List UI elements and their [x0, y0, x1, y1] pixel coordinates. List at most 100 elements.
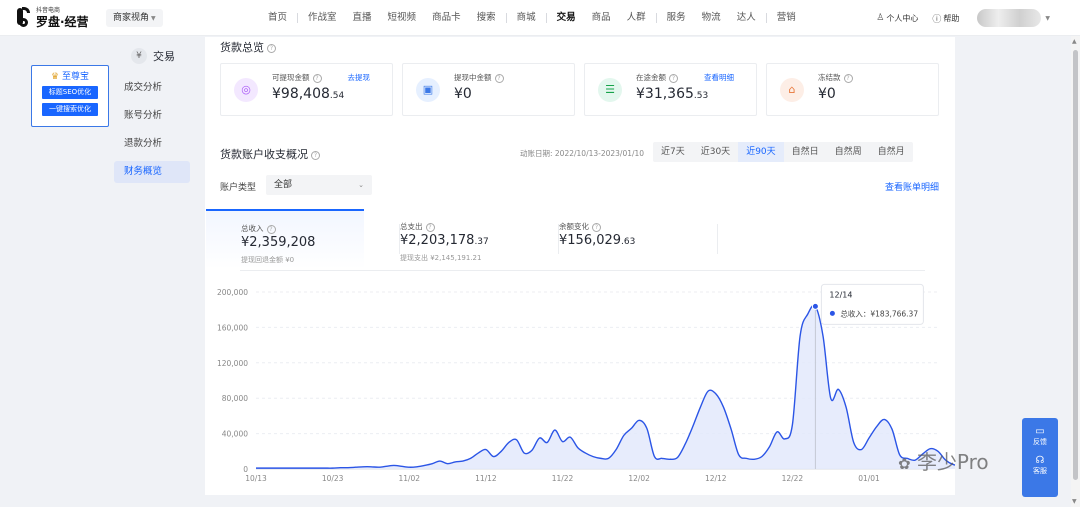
x-tick-label: 10/13: [245, 474, 267, 483]
stat-label-text: 总收入: [241, 224, 264, 233]
help-link[interactable]: ⓘ 帮助: [932, 12, 959, 25]
stat-value-int: ¥156,029: [559, 233, 622, 248]
help-icon[interactable]: ?: [311, 150, 320, 160]
card-value-int: ¥0: [454, 86, 472, 102]
income-area-chart[interactable]: 200,000 160,000 120,000 80,000 40,000 010/13 1…: [205, 282, 955, 487]
account-type-select[interactable]: 全部 ⌄: [266, 175, 372, 195]
help-icon[interactable]: ?: [425, 222, 435, 232]
card-value-int: ¥98,408: [272, 86, 330, 102]
main-panel: 货款总览? ◎ 可提现金额? ¥98,408.54 去提现 ▣ 提现中金额? ¥0 ☰ 在途金额…: [205, 37, 955, 495]
nav-item[interactable]: 交易: [549, 0, 584, 36]
tooltip-label: 总收入：: [840, 308, 870, 318]
tooltip-date: 12/14: [829, 290, 852, 299]
range-tab[interactable]: 近90天: [738, 142, 784, 162]
range-tab[interactable]: 自然月: [870, 142, 913, 162]
nav-item[interactable]: 短视频: [380, 0, 425, 36]
card-label: 冻结款?: [818, 72, 853, 83]
card-value: ¥31,365.53: [636, 86, 708, 102]
watermark-text: 李少Pro: [916, 450, 989, 474]
card-value: ¥0: [818, 86, 836, 102]
personal-center-link[interactable]: ♙ 个人中心: [876, 13, 918, 24]
scroll-down-icon[interactable]: ▼: [1072, 498, 1077, 505]
scroll-up-icon[interactable]: ▲: [1072, 38, 1077, 45]
help-icon[interactable]: ?: [592, 222, 601, 232]
range-tab[interactable]: 近30天: [693, 142, 738, 162]
logo-title: 罗盘·经营: [36, 15, 89, 29]
menu-section-title: 交易: [153, 50, 175, 63]
main-nav: 首页 作战室 直播 短视频 商品卡 搜索 商城 交易 商品 人群 服务 物流 达人 营销: [260, 0, 804, 36]
x-tick-label: 01/01: [858, 474, 880, 483]
nav-item[interactable]: 作战室: [300, 0, 345, 36]
range-tab[interactable]: 自然周: [827, 142, 870, 162]
coin-hand-icon: ◎: [234, 78, 258, 102]
nav-item[interactable]: 物流: [694, 0, 729, 36]
feedback-label: 反馈: [1033, 438, 1047, 446]
range-tab[interactable]: 自然日: [784, 142, 827, 162]
account-title-text: 货款账户收支概况: [220, 148, 308, 161]
nav-item[interactable]: 商品: [584, 0, 619, 36]
stat-subtext: 提现支出 ¥2,145,191.21: [400, 254, 482, 262]
view-switch-dropdown[interactable]: 商家视角 ▼: [106, 9, 163, 27]
help-icon[interactable]: ?: [266, 224, 276, 234]
nav-item[interactable]: 直播: [345, 0, 380, 36]
chevron-down-icon: ⌄: [358, 181, 364, 189]
customer-service-button[interactable]: ☊ 客服: [1022, 447, 1058, 476]
x-tick-label: 12/22: [782, 474, 804, 483]
search-optimize-button[interactable]: 一键搜索优化: [42, 103, 98, 116]
card-value-int: ¥0: [818, 86, 836, 102]
chevron-down-icon[interactable]: ▼: [1045, 15, 1050, 22]
stat-tab[interactable]: 总收入? ¥2,359,208 提现回退金额 ¥0: [206, 209, 364, 269]
card-link[interactable]: 去提现: [348, 72, 371, 83]
nav-item[interactable]: 搜索: [469, 0, 504, 36]
tooltip-series-dot: [829, 310, 835, 316]
card-value-dec: .53: [693, 91, 709, 101]
range-tab[interactable]: 近7天: [653, 142, 693, 162]
stat-tab[interactable]: 余额变化? ¥156,029.63: [524, 209, 682, 269]
sidebar-item[interactable]: 成交分析: [114, 77, 190, 99]
nav-item[interactable]: 营销: [769, 0, 804, 36]
balance-card: ◎ 可提现金额? ¥98,408.54 去提现: [220, 63, 393, 116]
personal-center-label: 个人中心: [886, 13, 919, 23]
view-bill-detail-link[interactable]: 查看账单明细: [885, 180, 939, 193]
card-label-text: 在途金额: [636, 73, 666, 82]
nav-item[interactable]: 人群: [619, 0, 654, 36]
scrollbar-thumb[interactable]: [1073, 50, 1078, 480]
nav-item[interactable]: 达人: [729, 0, 764, 36]
divider: [240, 270, 925, 271]
nav-item[interactable]: 商城: [509, 0, 544, 36]
promo-title: ♛ 至尊宝: [32, 69, 108, 82]
chart-tooltip: 12/14 总收入： ¥183,766.37: [820, 283, 924, 325]
stat-value: ¥2,359,208: [241, 235, 315, 250]
nav-divider: [765, 13, 767, 23]
help-icon[interactable]: ?: [267, 43, 276, 53]
x-tick-label: 11/12: [475, 474, 497, 483]
help-icon[interactable]: ?: [669, 73, 678, 83]
help-icon[interactable]: ?: [312, 73, 322, 83]
card-link[interactable]: 查看明细: [704, 72, 734, 83]
divider: [558, 224, 559, 254]
help-icon[interactable]: ?: [494, 73, 504, 83]
hover-point[interactable]: [811, 302, 819, 310]
overview-title: 货款总览?: [220, 39, 276, 55]
stat-value-dec: .63: [621, 237, 636, 247]
wallet-icon: ▣: [416, 78, 440, 102]
nav-item[interactable]: 首页: [260, 0, 295, 36]
app-logo[interactable]: 抖音电商 罗盘·经营: [14, 7, 89, 29]
top-right-area: ♙ 个人中心 ⓘ 帮助 ▼: [862, 0, 1050, 36]
avatar[interactable]: [977, 9, 1042, 27]
stat-subtext: 提现回退金额 ¥0: [241, 256, 295, 264]
float-actions: ▭ 反馈 ☊ 客服: [1022, 418, 1058, 497]
sidebar-item[interactable]: 退款分析: [114, 133, 190, 155]
series-area: [256, 305, 955, 469]
help-icon[interactable]: ?: [843, 73, 853, 83]
sidebar-item[interactable]: 账号分析: [114, 105, 190, 127]
seo-optimize-button[interactable]: 标题SEO优化: [42, 86, 98, 99]
nav-divider: [505, 13, 507, 23]
page-scrollbar[interactable]: ▲ ▼: [1071, 36, 1080, 507]
feedback-button[interactable]: ▭ 反馈: [1022, 418, 1058, 447]
card-value: ¥98,408.54: [272, 86, 344, 102]
sidebar-item[interactable]: 财务概览: [114, 161, 190, 183]
nav-item[interactable]: 商品卡: [424, 0, 469, 36]
nav-item[interactable]: 服务: [659, 0, 694, 36]
stat-tab[interactable]: 总支出? ¥2,203,178.37 提现支出 ¥2,145,191.21: [365, 209, 523, 269]
